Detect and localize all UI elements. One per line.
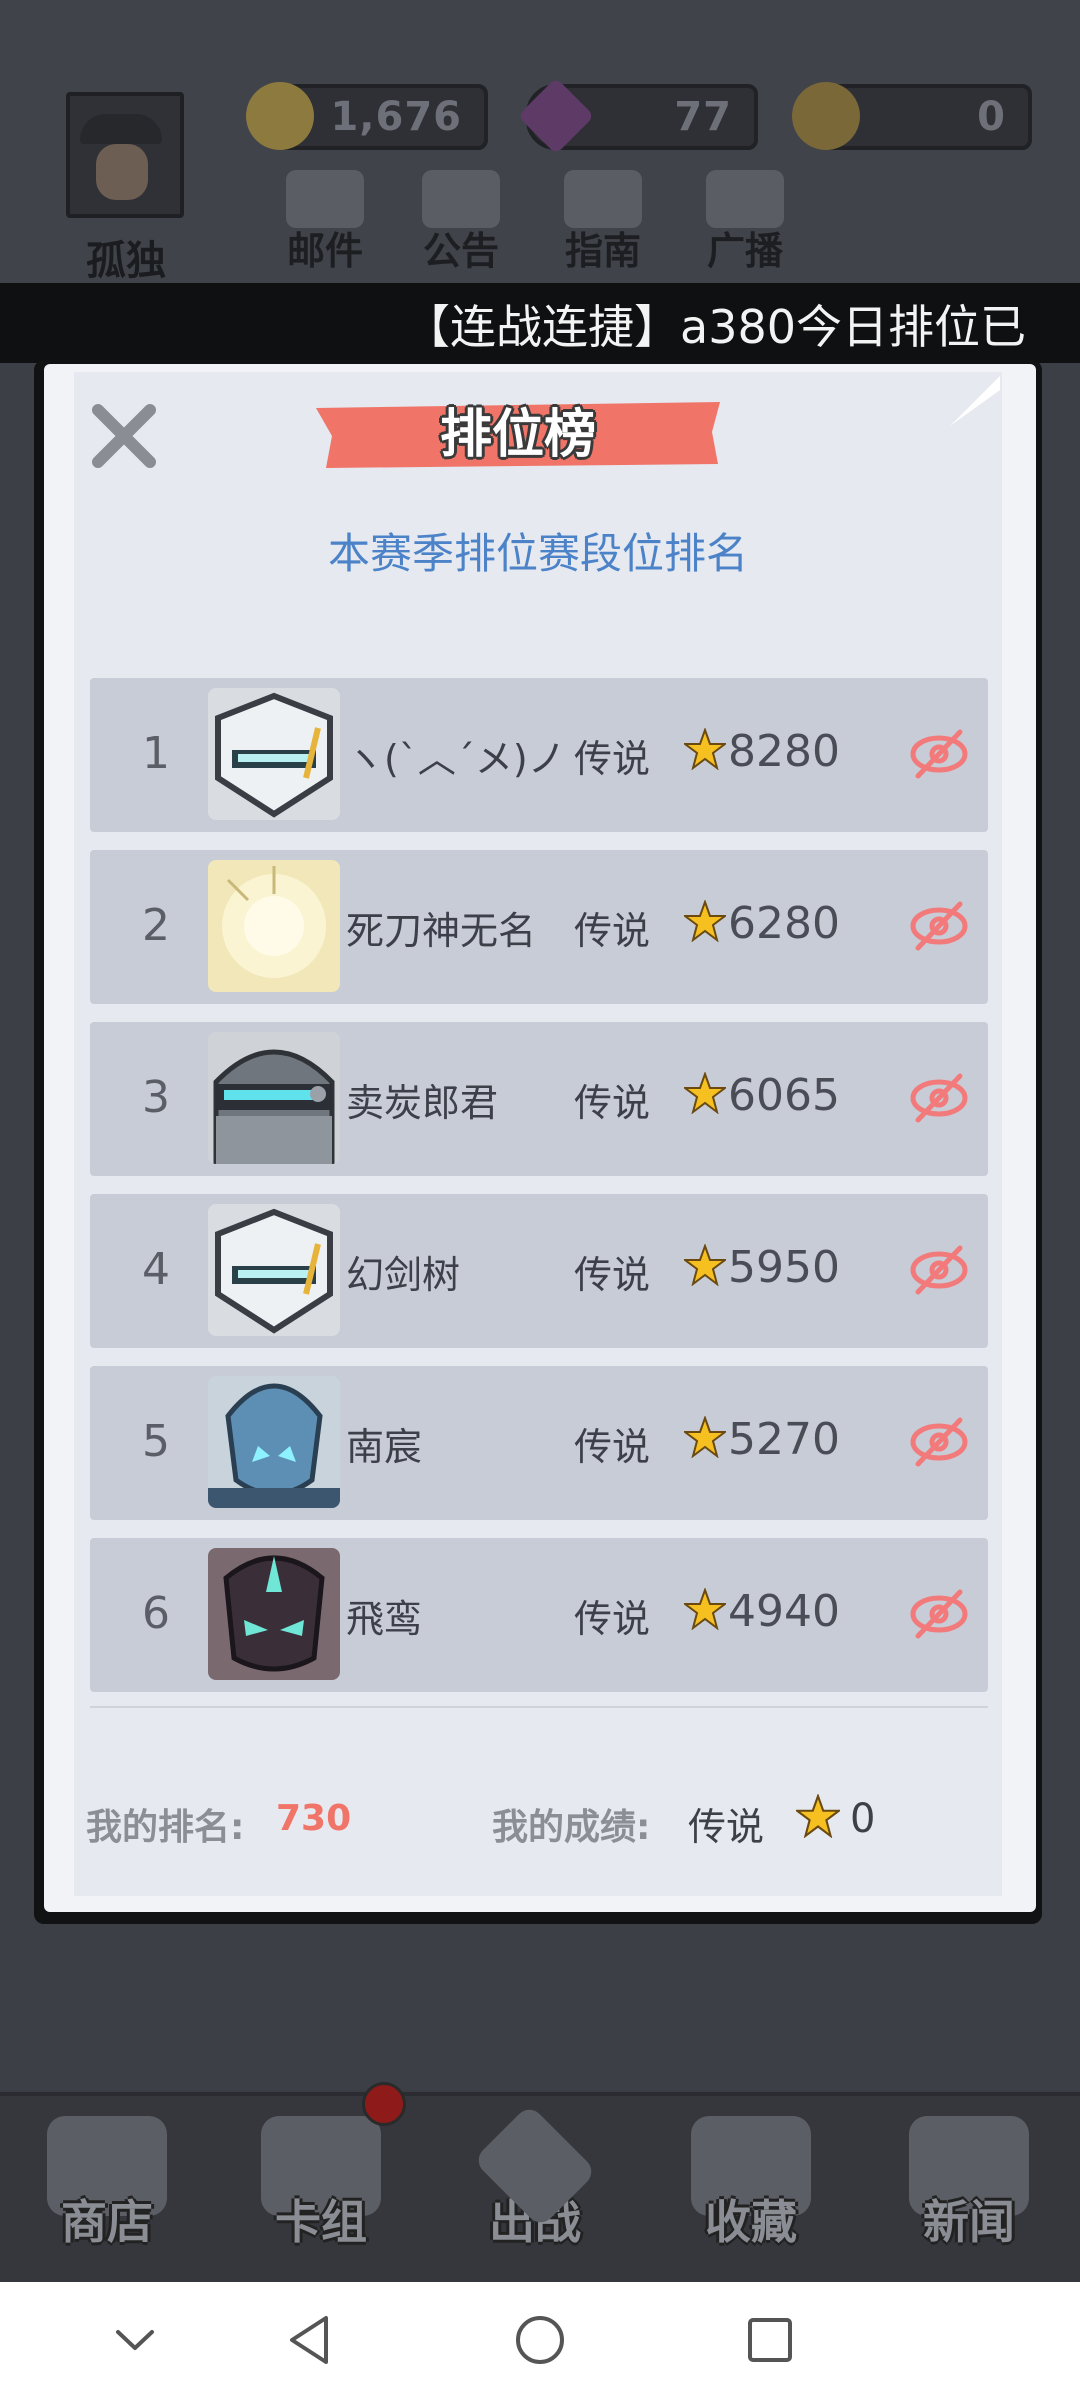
- ticker-text: 【连战连捷】a380今日排位已: [404, 300, 1026, 354]
- nav-deck[interactable]: 卡组: [236, 2116, 406, 2252]
- recents-square-icon[interactable]: [740, 2312, 800, 2368]
- leaderboard-row[interactable]: 4 幻剑树 传说 5950: [90, 1194, 988, 1348]
- collapse-chevron-icon[interactable]: [110, 2312, 160, 2368]
- medal-counter[interactable]: 0: [792, 82, 1032, 150]
- medal-value: 0: [977, 94, 1006, 140]
- dark-mask-avatar: [208, 1548, 340, 1680]
- gem-counter[interactable]: 77: [517, 77, 758, 155]
- light-burst-avatar: [208, 860, 340, 992]
- row-rank: 3: [142, 1072, 170, 1123]
- modal-title: 排位榜: [439, 405, 596, 465]
- row-player-name: 死刀神无名: [346, 909, 537, 953]
- star-icon: [684, 728, 726, 770]
- coin-value: 1,676: [330, 94, 462, 140]
- leaderboard-row[interactable]: 6 飛鸾 传说 4940: [90, 1538, 988, 1692]
- white-knight-avatar: [208, 688, 340, 820]
- row-player-name: 南宸: [346, 1425, 423, 1469]
- my-rank-value: 730: [276, 1798, 352, 1839]
- nav-collection[interactable]: 收藏: [666, 2116, 836, 2252]
- nav-news-label: 新闻: [923, 2195, 1015, 2249]
- avatar-face: [96, 144, 148, 200]
- broadcast-label: 广播: [706, 229, 783, 273]
- divider: [90, 1706, 988, 1708]
- mail-label: 邮件: [286, 229, 363, 273]
- row-score: 5270: [728, 1414, 840, 1465]
- modal-subtitle: 本赛季排位赛段位排名: [327, 529, 748, 578]
- row-score: 8280: [728, 726, 840, 777]
- back-triangle-icon[interactable]: [280, 2312, 340, 2368]
- row-player-name: 卖炭郎君: [346, 1081, 499, 1125]
- news-ticker: 【连战连捷】a380今日排位已: [0, 283, 1080, 363]
- star-icon: [796, 1794, 840, 1838]
- row-score: 4940: [728, 1586, 840, 1637]
- row-tier: 传说: [574, 909, 651, 953]
- nav-news[interactable]: 新闻: [884, 2116, 1054, 2252]
- eye-slash-icon[interactable]: [908, 1068, 970, 1128]
- broadcast-button[interactable]: 广播: [690, 170, 800, 275]
- star-icon: [684, 1072, 726, 1114]
- row-tier: 传说: [574, 1425, 651, 1469]
- eye-slash-icon[interactable]: [908, 896, 970, 956]
- white-knight-avatar: [208, 1204, 340, 1336]
- leaderboard-row[interactable]: 2 死刀神无名 传说 6280: [90, 850, 988, 1004]
- row-player-name: ヽ(ˋ︿ˊメ)ノ: [346, 737, 566, 781]
- leaderboard-row[interactable]: 1 ヽ(ˋ︿ˊメ)ノ 传说 8280: [90, 678, 988, 832]
- row-player-name: 幻剑树: [346, 1253, 461, 1297]
- guide-button[interactable]: 指南: [548, 170, 658, 275]
- star-icon: [684, 1244, 726, 1286]
- row-score: 5950: [728, 1242, 840, 1293]
- gem-value: 77: [674, 94, 732, 140]
- leaderboard-row[interactable]: 3 卖炭郎君 传说 6065: [90, 1022, 988, 1176]
- nav-shop[interactable]: 商店: [22, 2116, 192, 2252]
- row-tier: 传说: [574, 1597, 651, 1641]
- close-icon[interactable]: [88, 400, 160, 472]
- blue-alien-avatar: [208, 1376, 340, 1508]
- notification-dot: [362, 2082, 406, 2126]
- row-rank: 6: [142, 1588, 170, 1639]
- robot-helmet-avatar: [208, 1032, 340, 1164]
- corner-sparkle-icon: [930, 1820, 990, 1880]
- eye-slash-icon[interactable]: [908, 724, 970, 784]
- row-tier: 传说: [574, 737, 651, 781]
- mail-button[interactable]: 邮件: [270, 170, 380, 275]
- row-tier: 传说: [574, 1253, 651, 1297]
- crown-coin-icon: [246, 82, 314, 150]
- eye-slash-icon[interactable]: [908, 1240, 970, 1300]
- eye-slash-icon[interactable]: [908, 1412, 970, 1472]
- nav-battle[interactable]: 出战: [450, 2103, 620, 2252]
- my-rank-label: 我的排名:: [86, 1807, 245, 1848]
- my-score-value: 0: [850, 1796, 876, 1842]
- row-rank: 1: [142, 728, 170, 779]
- announcement-label: 公告: [422, 229, 499, 273]
- player-name: 孤独: [86, 238, 166, 284]
- my-score-label: 我的成绩:: [492, 1807, 651, 1848]
- nav-shop-label: 商店: [61, 2195, 153, 2249]
- row-rank: 5: [142, 1416, 170, 1467]
- eye-slash-icon[interactable]: [908, 1584, 970, 1644]
- system-navigation-bar: [0, 2282, 1080, 2400]
- star-icon: [684, 1588, 726, 1630]
- guide-label: 指南: [564, 229, 641, 273]
- nav-collection-label: 收藏: [705, 2195, 797, 2249]
- star-medal-icon: [792, 82, 860, 150]
- star-icon: [684, 1416, 726, 1458]
- row-rank: 4: [142, 1244, 170, 1295]
- star-icon: [684, 900, 726, 942]
- row-score: 6280: [728, 898, 840, 949]
- leaderboard-row[interactable]: 5 南宸 传说 5270: [90, 1366, 988, 1520]
- nav-deck-label: 卡组: [275, 2195, 367, 2249]
- coin-counter[interactable]: 1,676: [246, 82, 488, 150]
- corner-sparkle-icon: [950, 376, 1000, 426]
- bottom-navigation: 商店 卡组 出战 收藏 新闻: [0, 2092, 1080, 2286]
- avatar-hat: [80, 114, 162, 144]
- row-player-name: 飛鸾: [346, 1597, 423, 1641]
- row-score: 6065: [728, 1070, 840, 1121]
- announcement-button[interactable]: 公告: [406, 170, 516, 275]
- my-tier: 传说: [688, 1805, 765, 1849]
- row-tier: 传说: [574, 1081, 651, 1125]
- row-rank: 2: [142, 900, 170, 951]
- player-avatar[interactable]: [66, 92, 184, 218]
- home-circle-icon[interactable]: [510, 2312, 570, 2368]
